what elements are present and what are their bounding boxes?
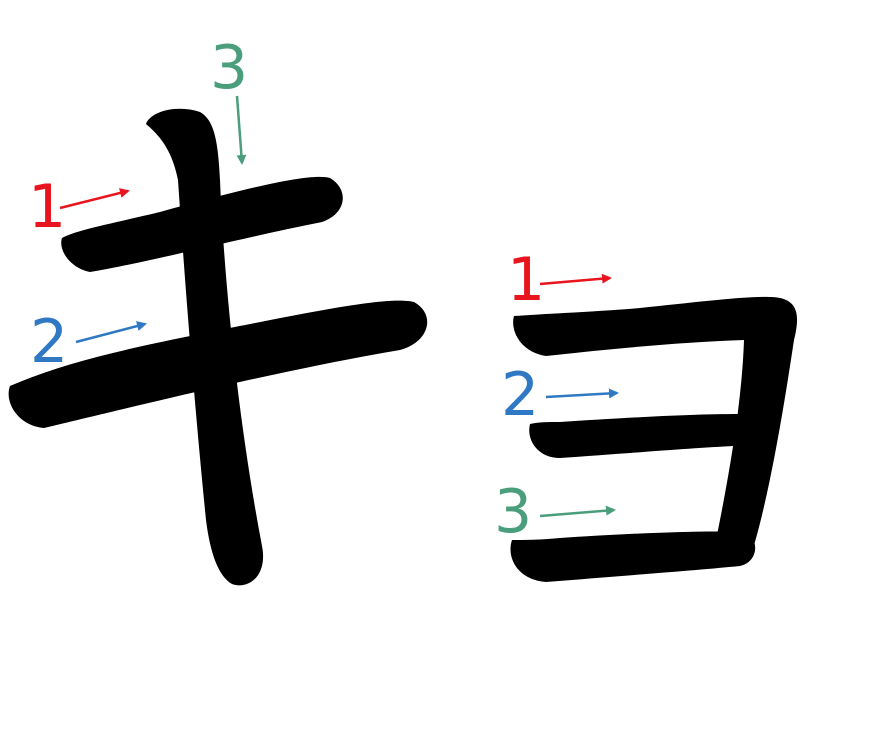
yo-order-arrow-1 [539,273,612,286]
yo-order-label-2: 2 [501,360,539,430]
yo-order-label-1: 1 [507,245,545,315]
character-yo-small: 1 2 3 [494,245,798,582]
yo-order-arrow-3 [539,505,616,518]
yo-order-arrow-2 [545,388,619,399]
yo-stroke-3 [510,531,756,582]
character-ki: 1 2 3 [8,33,428,586]
yo-order-label-3: 3 [494,477,532,547]
ki-order-arrow-3 [235,95,247,165]
ki-order-arrow-1 [59,188,130,210]
ki-order-arrow-2 [75,321,147,344]
yo-stroke-2 [529,414,738,458]
ki-order-label-2: 2 [30,307,68,377]
ki-order-label-3: 3 [210,33,248,103]
stroke-order-diagram: 1 2 3 1 2 3 [8,33,798,586]
